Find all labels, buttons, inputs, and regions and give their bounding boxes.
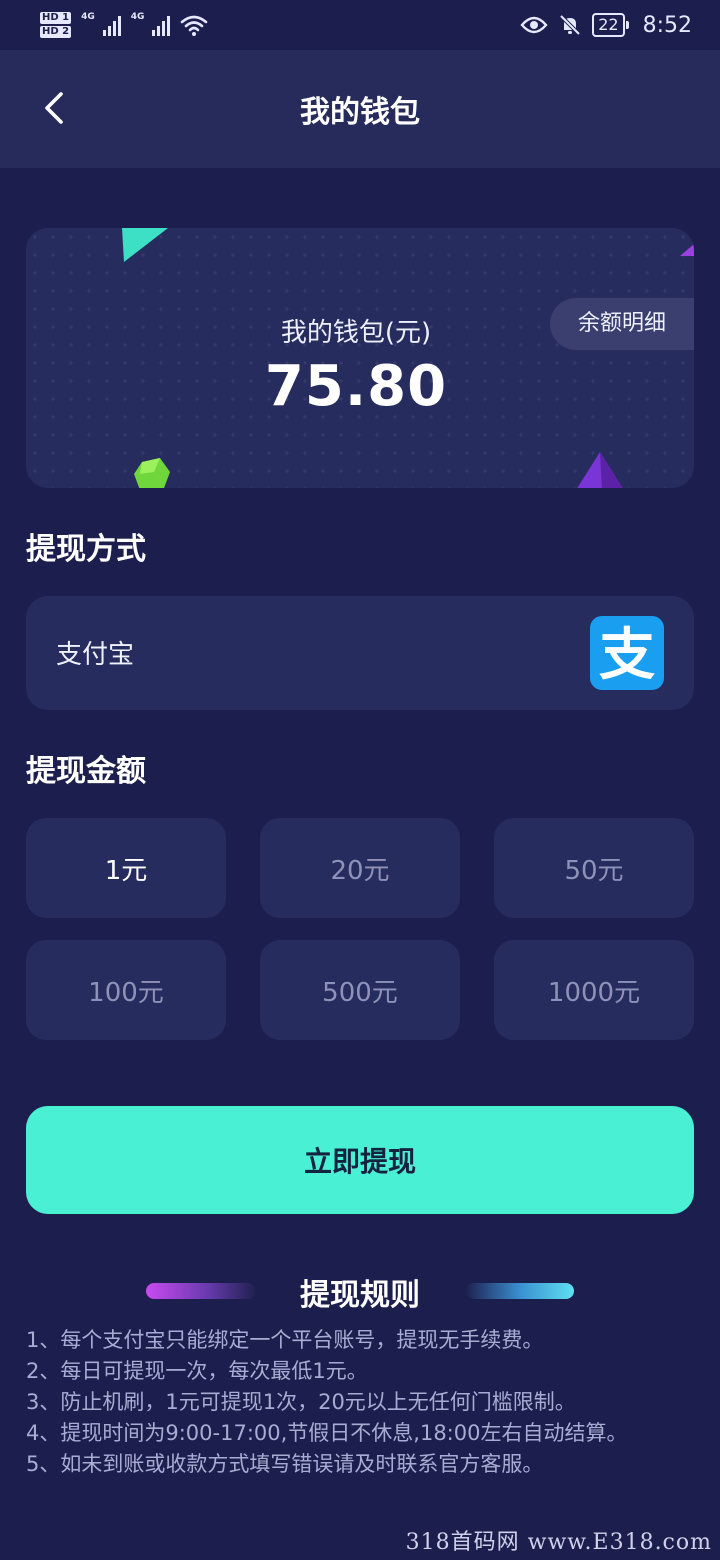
rule-item: 3、防止机刷，1元可提现1次，20元以上无任何门槛限制。 bbox=[26, 1390, 576, 1414]
purple-corner-decoration bbox=[680, 244, 694, 256]
eye-icon bbox=[520, 16, 548, 34]
wallet-balance-amount: 75.80 bbox=[264, 354, 448, 419]
watermark-text: 318首码网 www.E318.com bbox=[405, 1530, 712, 1555]
wifi-icon bbox=[181, 15, 208, 36]
amount-option-50[interactable]: 50元 bbox=[494, 818, 694, 918]
amount-option-1[interactable]: 1元 bbox=[26, 818, 226, 918]
amount-option-20[interactable]: 20元 bbox=[260, 818, 460, 918]
signal-icon-1 bbox=[102, 14, 121, 36]
green-gem-decoration bbox=[134, 458, 170, 488]
rule-item: 5、如未到账或收款方式填写错误请及时联系官方客服。 bbox=[26, 1452, 544, 1476]
hd2-badge: HD 2 bbox=[40, 26, 72, 38]
chevron-left-icon bbox=[45, 92, 63, 124]
top-bar: 我的钱包 bbox=[0, 50, 720, 168]
network-type-1: 4G bbox=[81, 12, 95, 22]
rule-item: 1、每个支付宝只能绑定一个平台账号，提现无手续费。 bbox=[26, 1328, 544, 1352]
wallet-screen: HD 1 HD 2 4G 4G 22 8:52 我的钱包 我的钱包(元) 75.… bbox=[0, 0, 720, 1560]
hd1-badge: HD 1 bbox=[40, 12, 72, 24]
status-right: 22 8:52 bbox=[520, 13, 692, 38]
rules-header: 提现规则 bbox=[0, 1268, 720, 1314]
battery-icon: 22 bbox=[592, 13, 630, 37]
withdraw-method-title: 提现方式 bbox=[26, 532, 146, 567]
rule-item: 2、每日可提现一次，每次最低1元。 bbox=[26, 1359, 368, 1383]
alipay-icon: 支 bbox=[590, 616, 664, 690]
withdraw-amount-title: 提现金额 bbox=[26, 754, 146, 789]
wallet-balance-card: 我的钱包(元) 75.80 余额明细 bbox=[26, 228, 694, 488]
withdraw-method-alipay[interactable]: 支付宝 支 bbox=[26, 596, 694, 710]
balance-detail-button[interactable]: 余额明细 bbox=[550, 298, 694, 350]
rule-item: 4、提现时间为9:00-17:00,节假日不休息,18:00左右自动结算。 bbox=[26, 1421, 628, 1445]
amount-option-500[interactable]: 500元 bbox=[260, 940, 460, 1040]
rules-list: 1、每个支付宝只能绑定一个平台账号，提现无手续费。 2、每日可提现一次，每次最低… bbox=[26, 1325, 706, 1480]
withdraw-method-label: 支付宝 bbox=[56, 640, 135, 670]
hd-indicators: HD 1 HD 2 bbox=[40, 12, 72, 38]
rules-title: 提现规则 bbox=[300, 1278, 420, 1313]
teal-triangle-decoration bbox=[122, 228, 168, 262]
status-bar: HD 1 HD 2 4G 4G 22 8:52 bbox=[0, 0, 720, 50]
signal-icon-2 bbox=[152, 14, 171, 36]
purple-pyramid-decoration bbox=[577, 452, 623, 488]
status-left: HD 1 HD 2 4G 4G bbox=[40, 12, 208, 38]
withdraw-now-button[interactable]: 立即提现 bbox=[26, 1106, 694, 1214]
page-title: 我的钱包 bbox=[300, 95, 420, 130]
bell-muted-icon bbox=[559, 14, 581, 36]
amount-option-100[interactable]: 100元 bbox=[26, 940, 226, 1040]
amount-option-1000[interactable]: 1000元 bbox=[494, 940, 694, 1040]
status-time: 8:52 bbox=[642, 12, 692, 38]
rules-bar-right bbox=[466, 1283, 574, 1299]
network-type-2: 4G bbox=[130, 12, 145, 22]
back-button[interactable] bbox=[34, 88, 74, 128]
